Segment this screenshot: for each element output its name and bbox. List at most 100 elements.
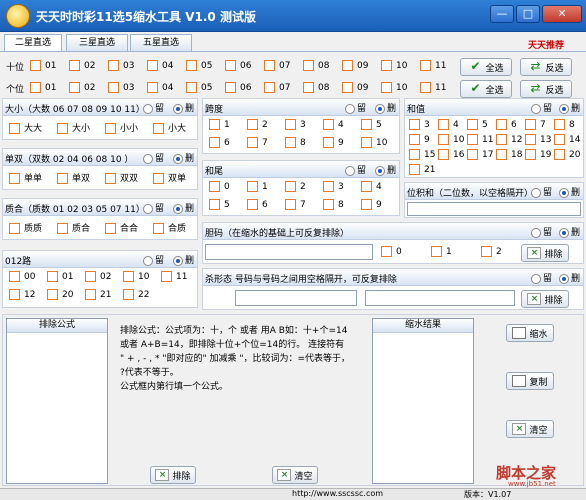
recommend-link[interactable]: 天天推荐: [528, 38, 564, 51]
checkbox-icon[interactable]: [438, 149, 449, 160]
size-option-大大[interactable]: 大大: [9, 121, 42, 134]
possum-keep-radio[interactable]: 留: [531, 185, 552, 198]
checkbox-icon[interactable]: [247, 119, 258, 130]
checkbox-icon[interactable]: [153, 223, 164, 234]
checkbox-icon[interactable]: [285, 137, 296, 148]
size-option-小小[interactable]: 小小: [105, 121, 138, 134]
checkbox-icon[interactable]: [30, 82, 41, 93]
checkbox-icon[interactable]: [323, 199, 334, 210]
possum-del-radio[interactable]: 删: [559, 185, 580, 198]
checkbox-icon[interactable]: [105, 223, 116, 234]
result-textarea[interactable]: 缩水结果: [372, 318, 474, 484]
ge-num-01[interactable]: 01: [30, 82, 56, 93]
size-del-radio[interactable]: 删: [173, 101, 194, 114]
checkbox-icon[interactable]: [209, 199, 220, 210]
tab-two-star[interactable]: 二星直选: [4, 34, 62, 52]
span-option-8[interactable]: 8: [285, 137, 306, 148]
prime-option-质质[interactable]: 质质: [9, 221, 42, 234]
tail-option-5[interactable]: 5: [209, 199, 230, 210]
minimize-button[interactable]: —: [490, 5, 514, 23]
oddeven-del-radio[interactable]: 删: [173, 151, 194, 164]
checkbox-icon[interactable]: [525, 149, 536, 160]
oddeven-option-单单[interactable]: 单单: [9, 171, 42, 184]
dan-exclude-button[interactable]: × 排除: [521, 244, 569, 262]
maximize-button[interactable]: □: [516, 5, 540, 23]
span-option-9[interactable]: 9: [323, 137, 344, 148]
checkbox-icon[interactable]: [525, 119, 536, 130]
dan-del-radio[interactable]: 删: [559, 225, 580, 238]
ge-num-03[interactable]: 03: [108, 82, 134, 93]
ge-num-02[interactable]: 02: [69, 82, 95, 93]
checkbox-icon[interactable]: [264, 82, 275, 93]
dan-option-0[interactable]: 0: [381, 246, 402, 257]
dan-keep-radio[interactable]: 留: [531, 225, 552, 238]
route012-option-11[interactable]: 11: [161, 271, 187, 282]
span-del-radio[interactable]: 删: [375, 101, 396, 114]
result-clear-button[interactable]: × 清空: [506, 420, 554, 438]
span-keep-radio[interactable]: 留: [345, 101, 366, 114]
tail-option-2[interactable]: 2: [285, 181, 306, 192]
tail-option-4[interactable]: 4: [361, 181, 382, 192]
route012-keep-radio[interactable]: 留: [143, 253, 164, 266]
shi-num-04[interactable]: 04: [147, 60, 173, 71]
checkbox-icon[interactable]: [9, 289, 20, 300]
tail-option-3[interactable]: 3: [323, 181, 344, 192]
checkbox-icon[interactable]: [438, 119, 449, 130]
sumv-option-12[interactable]: 12: [496, 134, 522, 145]
checkbox-icon[interactable]: [285, 119, 296, 130]
possum-input[interactable]: [407, 202, 581, 216]
route012-option-02[interactable]: 02: [85, 271, 111, 282]
sum-keep-radio[interactable]: 留: [531, 101, 552, 114]
size-option-大小[interactable]: 大小: [57, 121, 90, 134]
ge-num-09[interactable]: 09: [342, 82, 368, 93]
shi-invert-button[interactable]: ⇄ 反选: [520, 58, 572, 76]
ge-select-all-button[interactable]: ✔ 全选: [460, 80, 512, 98]
formula-textarea[interactable]: 排除公式: [6, 318, 108, 484]
checkbox-icon[interactable]: [409, 119, 420, 130]
tail-del-radio[interactable]: 删: [375, 163, 396, 176]
checkbox-icon[interactable]: [47, 289, 58, 300]
ge-num-10[interactable]: 10: [381, 82, 407, 93]
span-option-7[interactable]: 7: [247, 137, 268, 148]
sumv-option-3[interactable]: 3: [409, 119, 430, 130]
checkbox-icon[interactable]: [69, 60, 80, 71]
checkbox-icon[interactable]: [153, 123, 164, 134]
checkbox-icon[interactable]: [30, 60, 41, 71]
shi-num-08[interactable]: 08: [303, 60, 329, 71]
checkbox-icon[interactable]: [186, 60, 197, 71]
shape-input-1[interactable]: [235, 290, 357, 306]
span-option-2[interactable]: 2: [247, 119, 268, 130]
prime-del-radio[interactable]: 删: [173, 201, 194, 214]
shape-exclude-button[interactable]: × 排除: [521, 290, 569, 308]
shi-num-02[interactable]: 02: [69, 60, 95, 71]
sumv-option-7[interactable]: 7: [525, 119, 546, 130]
tab-three-star[interactable]: 三星直选: [66, 34, 128, 52]
tail-option-1[interactable]: 1: [247, 181, 268, 192]
checkbox-icon[interactable]: [467, 149, 478, 160]
ge-num-05[interactable]: 05: [186, 82, 212, 93]
checkbox-icon[interactable]: [323, 119, 334, 130]
checkbox-icon[interactable]: [554, 134, 565, 145]
route012-option-12[interactable]: 12: [9, 289, 35, 300]
checkbox-icon[interactable]: [186, 82, 197, 93]
size-keep-radio[interactable]: 留: [143, 101, 164, 114]
shape-input-2[interactable]: [365, 290, 515, 306]
span-option-10[interactable]: 10: [361, 137, 387, 148]
span-option-3[interactable]: 3: [285, 119, 306, 130]
checkbox-icon[interactable]: [147, 60, 158, 71]
checkbox-icon[interactable]: [285, 181, 296, 192]
checkbox-icon[interactable]: [342, 82, 353, 93]
tail-option-7[interactable]: 7: [285, 199, 306, 210]
checkbox-icon[interactable]: [361, 119, 372, 130]
sumv-option-15[interactable]: 15: [409, 149, 435, 160]
checkbox-icon[interactable]: [108, 82, 119, 93]
checkbox-icon[interactable]: [420, 82, 431, 93]
checkbox-icon[interactable]: [147, 82, 158, 93]
checkbox-icon[interactable]: [381, 60, 392, 71]
shi-num-05[interactable]: 05: [186, 60, 212, 71]
checkbox-icon[interactable]: [153, 173, 164, 184]
ge-num-06[interactable]: 06: [225, 82, 251, 93]
sum-del-radio[interactable]: 删: [559, 101, 580, 114]
checkbox-icon[interactable]: [496, 149, 507, 160]
checkbox-icon[interactable]: [381, 246, 392, 257]
